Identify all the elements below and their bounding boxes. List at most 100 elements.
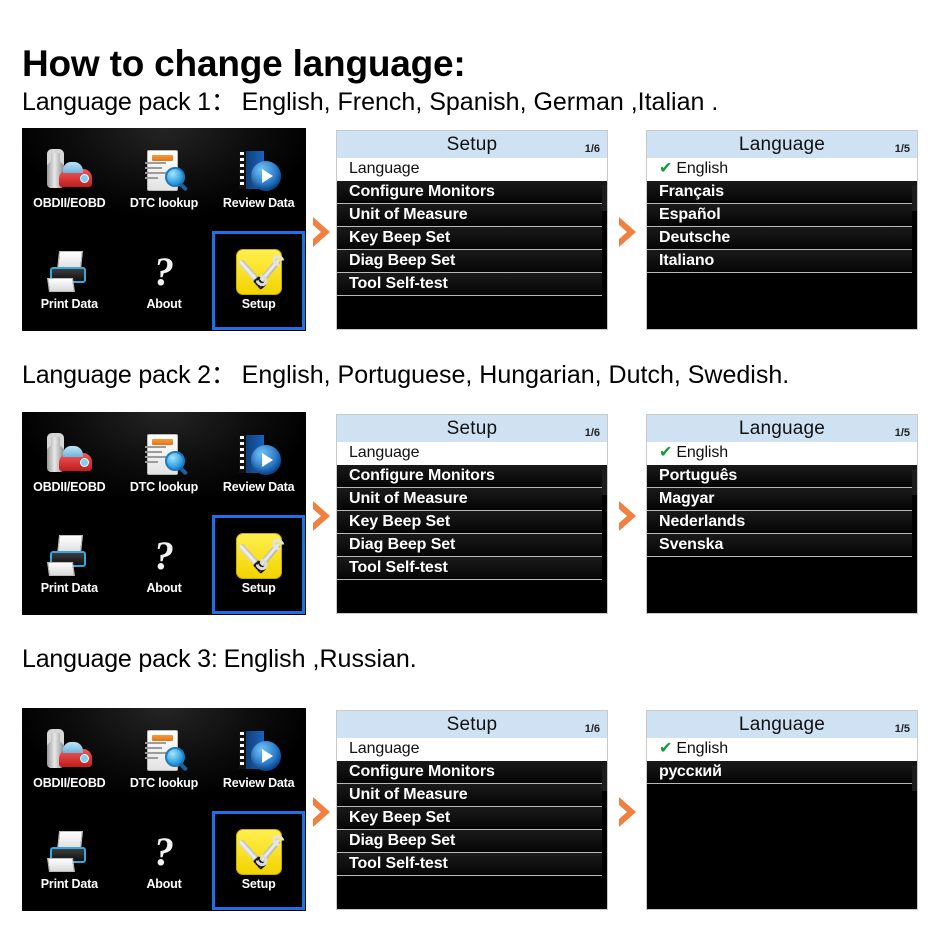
language-screen-3: Language 1/5 ✔ English русский <box>646 710 918 910</box>
wrench-screwdriver-icon <box>235 829 282 876</box>
setup-item-configure-monitors[interactable]: Configure Monitors <box>337 761 607 784</box>
setup-page-indicator: 1/6 <box>584 143 600 155</box>
home-item-setup[interactable]: Setup <box>211 810 306 912</box>
language-item-russian[interactable]: русский <box>647 761 917 784</box>
pack-3-heading: Language pack 3: English ,Russian. <box>22 645 417 674</box>
language-page-indicator: 1/5 <box>894 723 910 735</box>
question-mark-icon: ? <box>153 829 174 875</box>
language-item-deutsche[interactable]: Deutsche <box>647 227 917 250</box>
home-item-setup[interactable]: Setup <box>211 514 306 616</box>
setup-item-language[interactable]: Language <box>337 442 607 465</box>
chevron-right-icon <box>308 792 336 832</box>
language-item-english[interactable]: ✔ English <box>647 442 917 465</box>
language-item-francais[interactable]: Français <box>647 181 917 204</box>
printer-icon <box>46 249 92 295</box>
language-item-svenska[interactable]: Svenska <box>647 534 917 557</box>
pack-3-label: Language pack 3: <box>22 645 218 673</box>
scrollbar[interactable] <box>912 765 917 909</box>
film-play-icon <box>236 148 282 194</box>
scrollbar[interactable] <box>602 185 607 329</box>
home-item-about[interactable]: ? About <box>117 230 212 332</box>
language-screen-2: Language 1/5 ✔ English Português Magyar N… <box>646 414 918 614</box>
language-title-bar: Language 1/5 <box>647 415 917 442</box>
home-item-label: OBDII/EOBD <box>33 195 106 210</box>
home-item-print-data[interactable]: Print Data <box>22 810 117 912</box>
setup-title-bar: Setup 1/6 <box>337 711 607 738</box>
setup-item-tool-self-test[interactable]: Tool Self-test <box>337 853 607 876</box>
language-page-indicator: 1/5 <box>894 143 910 155</box>
setup-title: Setup <box>446 133 498 155</box>
setup-title: Setup <box>446 417 498 439</box>
home-item-setup[interactable]: Setup <box>211 230 306 332</box>
home-item-obdii-eobd[interactable]: OBDII/EOBD <box>22 708 117 810</box>
setup-item-tool-self-test[interactable]: Tool Self-test <box>337 557 607 580</box>
scrollbar[interactable] <box>912 185 917 329</box>
check-icon: ✔ <box>659 444 673 461</box>
scrollbar[interactable] <box>602 765 607 909</box>
home-item-label: Setup <box>241 297 276 312</box>
home-item-review-data[interactable]: Review Data <box>211 412 306 514</box>
document-magnifier-icon <box>141 432 187 478</box>
printer-icon <box>46 533 92 579</box>
home-item-dtc-lookup[interactable]: DTC lookup <box>117 128 212 230</box>
language-title: Language <box>738 417 826 439</box>
language-title-bar: Language 1/5 <box>647 711 917 738</box>
setup-item-tool-self-test[interactable]: Tool Self-test <box>337 273 607 296</box>
language-item-nederlands[interactable]: Nederlands <box>647 511 917 534</box>
home-item-label: Setup <box>241 581 276 596</box>
pack-2-label: Language pack 2： <box>22 361 236 389</box>
chevron-right-icon <box>308 212 336 252</box>
pack-1-heading: Language pack 1： English, French, Spanish… <box>22 82 718 118</box>
home-item-label: Print Data <box>40 877 98 892</box>
home-item-review-data[interactable]: Review Data <box>211 708 306 810</box>
setup-item-configure-monitors[interactable]: Configure Monitors <box>337 465 607 488</box>
home-item-label: About <box>146 297 182 312</box>
home-item-print-data[interactable]: Print Data <box>22 230 117 332</box>
document-magnifier-icon <box>141 728 187 774</box>
device-home-screen-1: OBDII/EOBD DTC lookup Review Data Print … <box>22 128 306 331</box>
home-item-about[interactable]: ? About <box>117 810 212 912</box>
home-item-dtc-lookup[interactable]: DTC lookup <box>117 412 212 514</box>
pack-3-languages: English ,Russian. <box>223 645 417 673</box>
home-item-label: Review Data <box>222 775 295 790</box>
question-mark-icon: ? <box>153 533 174 579</box>
scrollbar[interactable] <box>602 469 607 613</box>
language-item-label: English <box>676 444 729 461</box>
home-item-review-data[interactable]: Review Data <box>211 128 306 230</box>
language-item-portugues[interactable]: Português <box>647 465 917 488</box>
setup-item-unit-of-measure[interactable]: Unit of Measure <box>337 784 607 807</box>
home-item-label: OBDII/EOBD <box>33 775 106 790</box>
setup-item-configure-monitors[interactable]: Configure Monitors <box>337 181 607 204</box>
setup-item-diag-beep-set[interactable]: Diag Beep Set <box>337 830 607 853</box>
home-item-dtc-lookup[interactable]: DTC lookup <box>117 708 212 810</box>
home-item-obdii-eobd[interactable]: OBDII/EOBD <box>22 412 117 514</box>
home-icon-grid-1: OBDII/EOBD DTC lookup Review Data Print … <box>22 128 306 331</box>
language-item-magyar[interactable]: Magyar <box>647 488 917 511</box>
home-item-print-data[interactable]: Print Data <box>22 514 117 616</box>
home-item-label: OBDII/EOBD <box>33 479 106 494</box>
setup-item-key-beep-set[interactable]: Key Beep Set <box>337 227 607 250</box>
setup-menu-list: Language Configure Monitors Unit of Meas… <box>337 158 607 329</box>
home-item-obdii-eobd[interactable]: OBDII/EOBD <box>22 128 117 230</box>
film-play-icon <box>236 728 282 774</box>
setup-item-diag-beep-set[interactable]: Diag Beep Set <box>337 250 607 273</box>
setup-item-diag-beep-set[interactable]: Diag Beep Set <box>337 534 607 557</box>
language-item-english[interactable]: ✔ English <box>647 738 917 761</box>
document-magnifier-icon <box>141 148 187 194</box>
scrollbar[interactable] <box>912 469 917 613</box>
home-item-about[interactable]: ? About <box>117 514 212 616</box>
device-home-screen-2: OBDII/EOBD DTC lookup Review Data Print … <box>22 412 306 615</box>
language-item-italiano[interactable]: Italiano <box>647 250 917 273</box>
setup-menu-list: Language Configure Monitors Unit of Meas… <box>337 738 607 909</box>
setup-item-key-beep-set[interactable]: Key Beep Set <box>337 511 607 534</box>
setup-item-unit-of-measure[interactable]: Unit of Measure <box>337 204 607 227</box>
home-item-label: Print Data <box>40 297 98 312</box>
setup-item-language[interactable]: Language <box>337 158 607 181</box>
language-item-english[interactable]: ✔ English <box>647 158 917 181</box>
language-title: Language <box>738 133 826 155</box>
setup-item-key-beep-set[interactable]: Key Beep Set <box>337 807 607 830</box>
setup-item-unit-of-measure[interactable]: Unit of Measure <box>337 488 607 511</box>
language-item-espanol[interactable]: Español <box>647 204 917 227</box>
setup-item-language[interactable]: Language <box>337 738 607 761</box>
film-play-icon <box>236 432 282 478</box>
